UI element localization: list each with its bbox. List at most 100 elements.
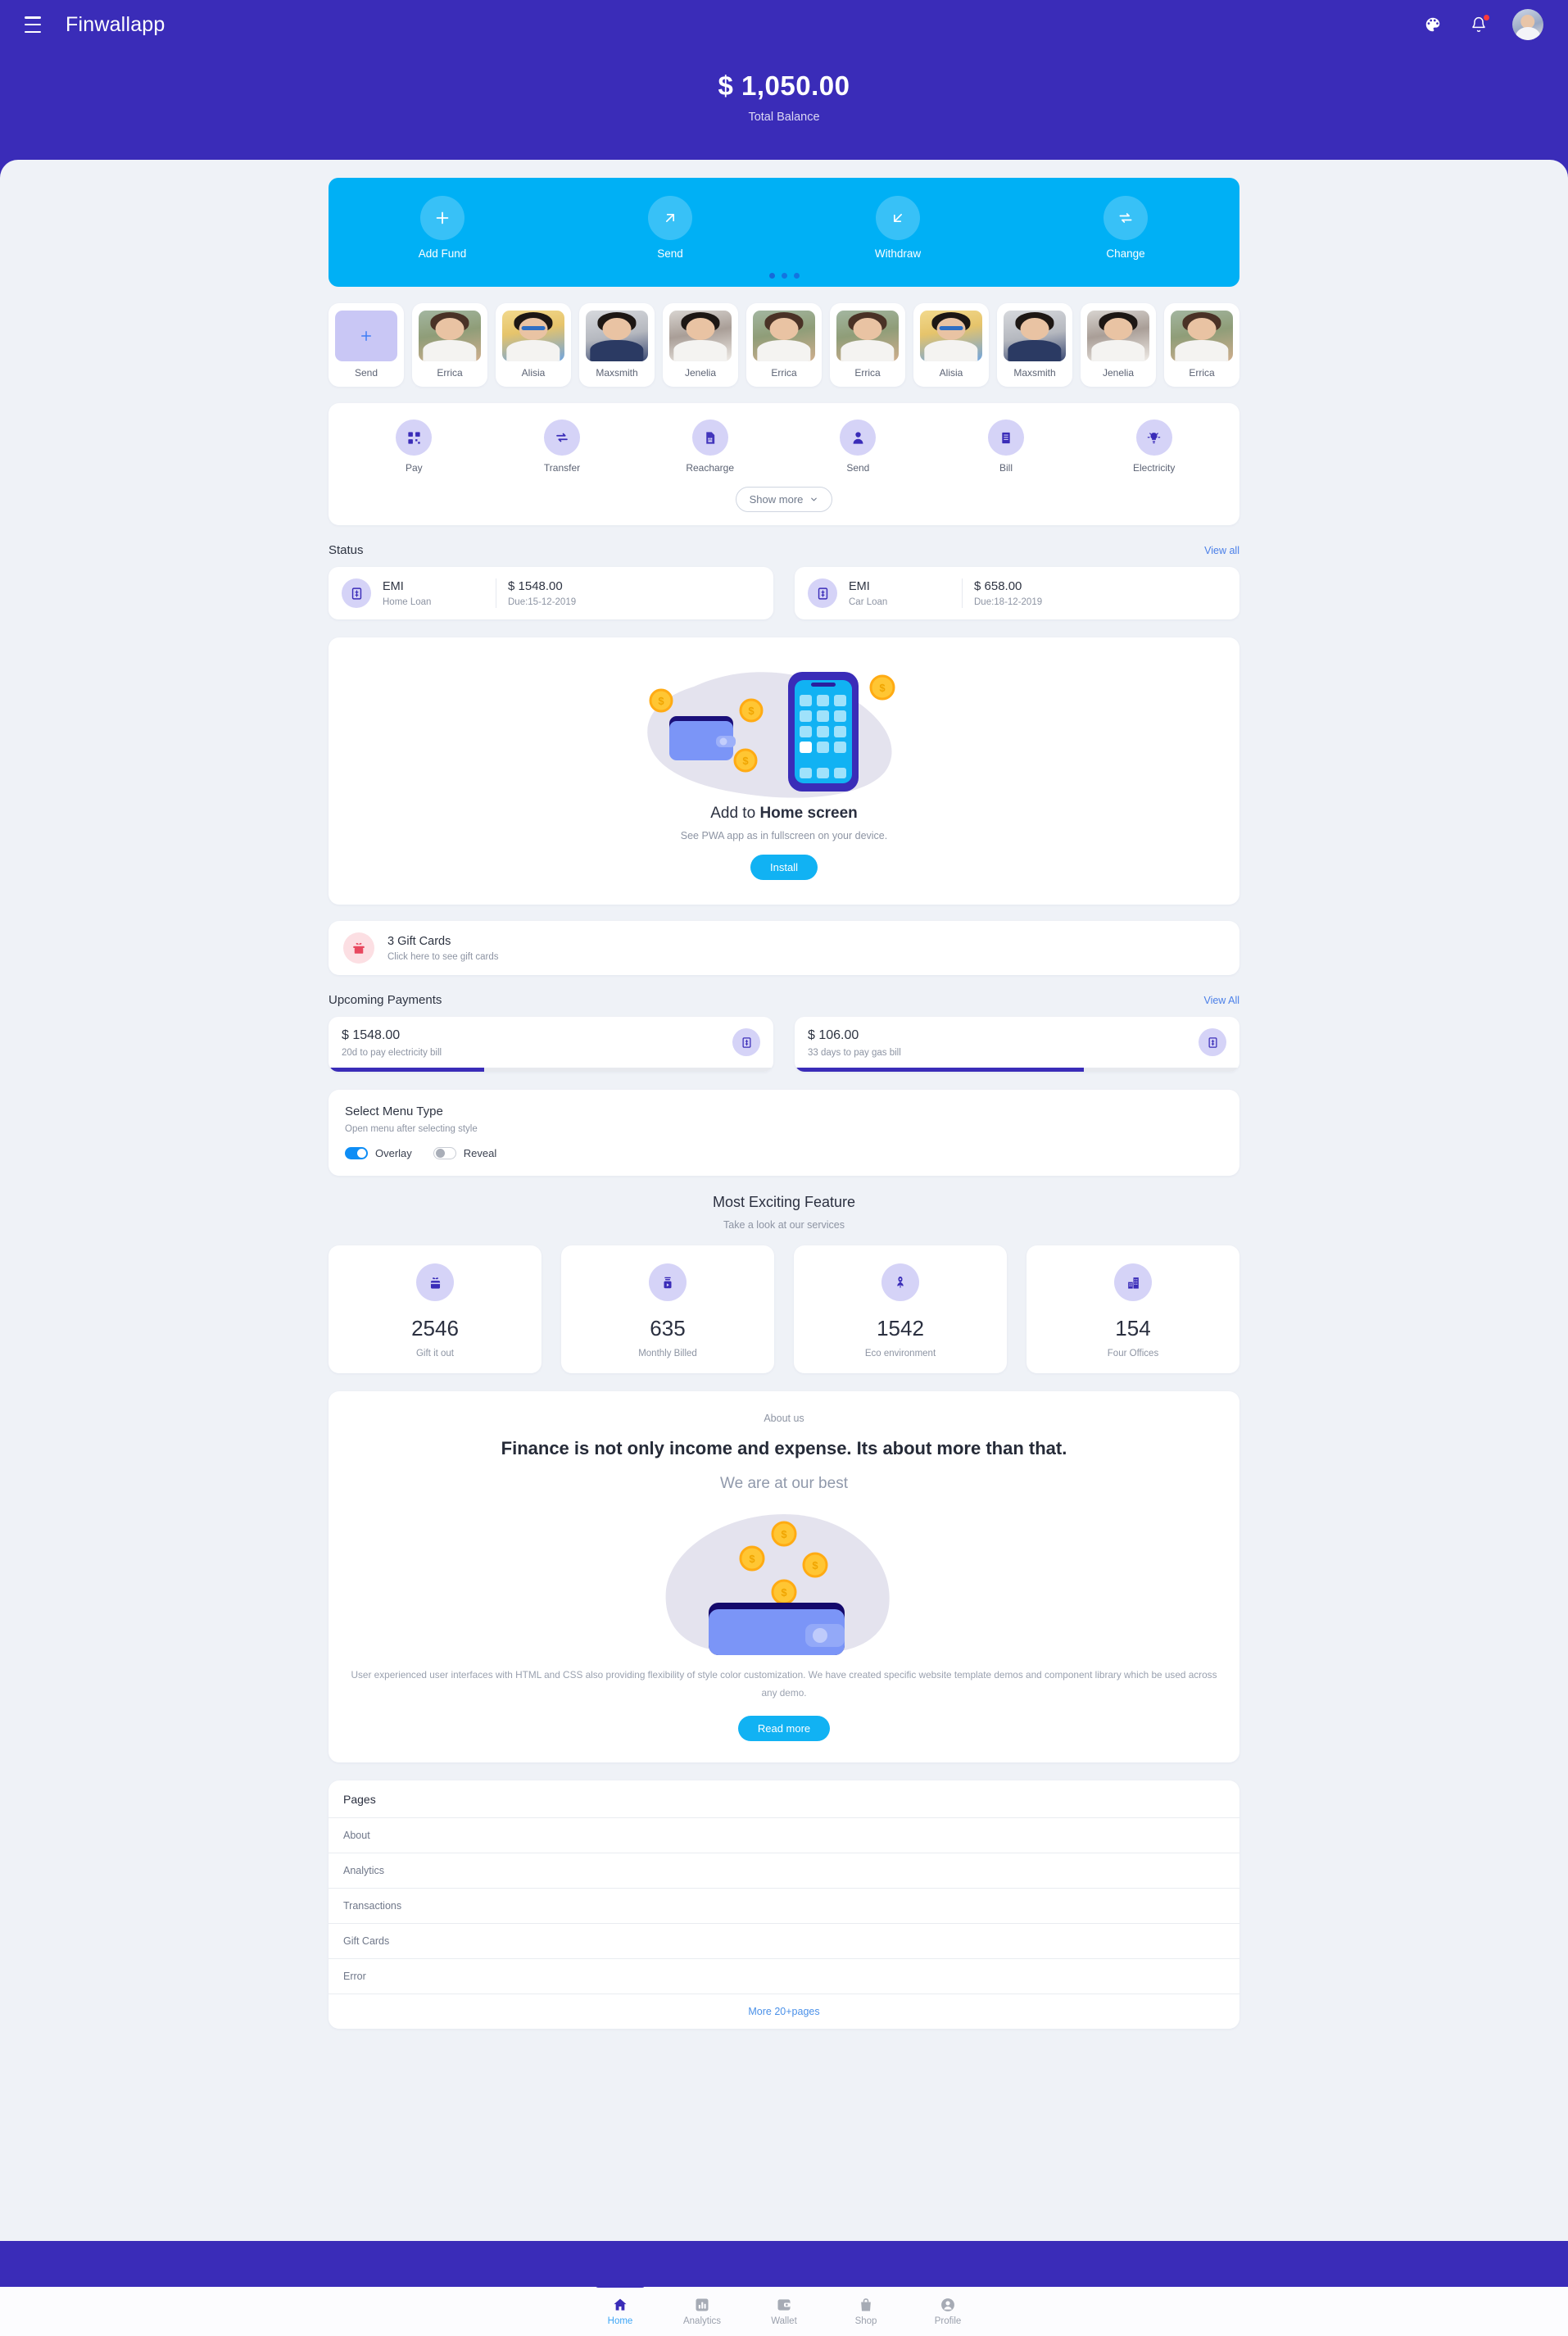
contact-label: Jenelia <box>684 367 717 379</box>
upcoming-view-all-link[interactable]: View All <box>1203 995 1239 1006</box>
service-label: Electricity <box>1133 462 1176 474</box>
toggle-switch-on[interactable] <box>345 1147 368 1159</box>
avatar <box>753 311 815 361</box>
carousel-dot[interactable] <box>768 273 775 279</box>
list-item[interactable]: Errica <box>412 303 487 387</box>
bell-icon[interactable] <box>1466 12 1491 37</box>
stat-card-gift[interactable]: 2546 Gift it out <box>329 1245 542 1373</box>
header-actions <box>1421 9 1543 40</box>
nav-item-profile[interactable]: Profile <box>925 2297 971 2326</box>
show-more-button[interactable]: Show more <box>735 487 833 512</box>
action-withdraw[interactable]: Withdraw <box>784 196 1012 260</box>
service-bill[interactable]: Bill <box>932 420 1081 474</box>
app-title: Finwallapp <box>66 12 165 36</box>
service-label: Bill <box>999 462 1013 474</box>
bottom-navigation: Home Analytics Wallet Shop Profile <box>0 2287 1568 2336</box>
status-amount: $ 658.00 <box>974 579 1022 593</box>
contacts-strip[interactable]: Send Errica Alisia Maxsmith Jenelia Erri… <box>329 303 1239 387</box>
status-card-home-loan[interactable]: EMI Home Loan $ 1548.00 Due:15-12-2019 <box>329 567 773 619</box>
person-circle-icon <box>941 2298 954 2311</box>
list-item[interactable]: Errica <box>830 303 905 387</box>
service-label: Transfer <box>543 462 581 474</box>
plus-icon <box>420 196 465 240</box>
arrow-up-right-icon <box>648 196 692 240</box>
nav-item-analytics[interactable]: Analytics <box>679 2297 725 2326</box>
hamburger-icon[interactable] <box>25 16 46 33</box>
list-item[interactable]: Alisia <box>496 303 571 387</box>
list-item[interactable]: Jenelia <box>663 303 738 387</box>
status-card-car-loan[interactable]: EMI Car Loan $ 658.00 Due:18-12-2019 <box>795 567 1239 619</box>
stat-card-monthly-billed[interactable]: 635 Monthly Billed <box>561 1245 774 1373</box>
receipt-icon <box>988 420 1025 456</box>
progress-bar <box>329 1068 773 1072</box>
contact-label: Errica <box>1189 367 1215 379</box>
payment-card-electricity[interactable]: $ 1548.00 20d to pay electricity bill <box>329 1017 773 1072</box>
status-view-all-link[interactable]: View all <box>1204 545 1239 556</box>
action-change[interactable]: Change <box>1012 196 1239 260</box>
service-electricity[interactable]: Electricity <box>1080 420 1228 474</box>
wallet-coins-illustration: $ $ $ $ <box>343 1499 1225 1655</box>
list-item[interactable]: Maxsmith <box>997 303 1072 387</box>
service-label: Send <box>846 462 870 474</box>
service-pay[interactable]: Pay <box>340 420 488 474</box>
user-avatar[interactable] <box>1512 9 1543 40</box>
service-transfer[interactable]: Transfer <box>488 420 637 474</box>
stat-label: Gift it out <box>415 1349 455 1359</box>
service-recharge[interactable]: Reacharge <box>636 420 784 474</box>
page-link-analytics[interactable]: Analytics <box>329 1853 1239 1889</box>
stat-value: 154 <box>1115 1316 1151 1340</box>
money-bill-icon <box>732 1028 760 1056</box>
avatar <box>920 311 982 361</box>
status-section-header: Status View all <box>329 543 1239 557</box>
service-label: Pay <box>405 462 423 474</box>
toggle-label: Overlay <box>375 1147 412 1159</box>
progress-bar <box>795 1068 1239 1072</box>
action-label: Withdraw <box>874 247 922 260</box>
page-link-transactions[interactable]: Transactions <box>329 1889 1239 1924</box>
page-link-error[interactable]: Error <box>329 1959 1239 1994</box>
more-pages-link[interactable]: More 20+pages <box>329 1994 1239 2029</box>
nav-label: Analytics <box>682 2316 722 2326</box>
person-icon <box>840 420 877 456</box>
stat-card-eco[interactable]: 1542 Eco environment <box>794 1245 1007 1373</box>
list-item[interactable]: Errica <box>746 303 822 387</box>
toggle-switch-off[interactable] <box>433 1147 456 1159</box>
page-link-gift-cards[interactable]: Gift Cards <box>329 1924 1239 1959</box>
action-add-fund[interactable]: Add Fund <box>329 196 556 260</box>
palette-icon[interactable] <box>1421 12 1445 37</box>
list-item[interactable]: Alisia <box>913 303 989 387</box>
toggle-reveal[interactable]: Reveal <box>433 1147 496 1159</box>
nav-item-home[interactable]: Home <box>597 2297 643 2326</box>
avatar <box>669 311 732 361</box>
contact-label: Maxsmith <box>596 367 638 379</box>
features-subtitle: Take a look at our services <box>723 1219 845 1231</box>
nav-item-shop[interactable]: Shop <box>843 2297 889 2326</box>
section-title: Upcoming Payments <box>329 993 442 1007</box>
features-header: Most Exciting Feature Take a look at our… <box>329 1194 1239 1231</box>
contact-add-new[interactable]: Send <box>329 303 404 387</box>
avatar <box>1171 311 1233 361</box>
features-title: Most Exciting Feature <box>712 1194 856 1210</box>
nav-label: Home <box>607 2316 633 2326</box>
payment-card-gas[interactable]: $ 106.00 33 days to pay gas bill <box>795 1017 1239 1072</box>
carousel-dots[interactable] <box>329 273 1239 279</box>
install-button[interactable]: Install <box>750 855 818 880</box>
gift-title: 3 Gift Cards <box>387 934 451 948</box>
quick-services-card: Pay Transfer Reacharge Send Bill Electri… <box>329 403 1239 525</box>
list-item[interactable]: Maxsmith <box>579 303 655 387</box>
arrow-down-left-icon <box>876 196 920 240</box>
service-send[interactable]: Send <box>784 420 932 474</box>
page-link-about[interactable]: About <box>329 1818 1239 1853</box>
contact-label: Send <box>354 367 378 379</box>
carousel-dot[interactable] <box>793 273 800 279</box>
action-send[interactable]: Send <box>556 196 784 260</box>
nav-item-wallet[interactable]: Wallet <box>761 2297 807 2326</box>
list-item[interactable]: Errica <box>1164 303 1239 387</box>
toggle-overlay[interactable]: Overlay <box>345 1147 412 1159</box>
sim-card-icon <box>691 420 728 456</box>
carousel-dot[interactable] <box>781 273 787 279</box>
read-more-button[interactable]: Read more <box>737 1715 831 1741</box>
gift-cards-card[interactable]: 3 Gift Cards Click here to see gift card… <box>329 921 1239 975</box>
list-item[interactable]: Jenelia <box>1081 303 1156 387</box>
stat-card-offices[interactable]: 154 Four Offices <box>1026 1245 1239 1373</box>
